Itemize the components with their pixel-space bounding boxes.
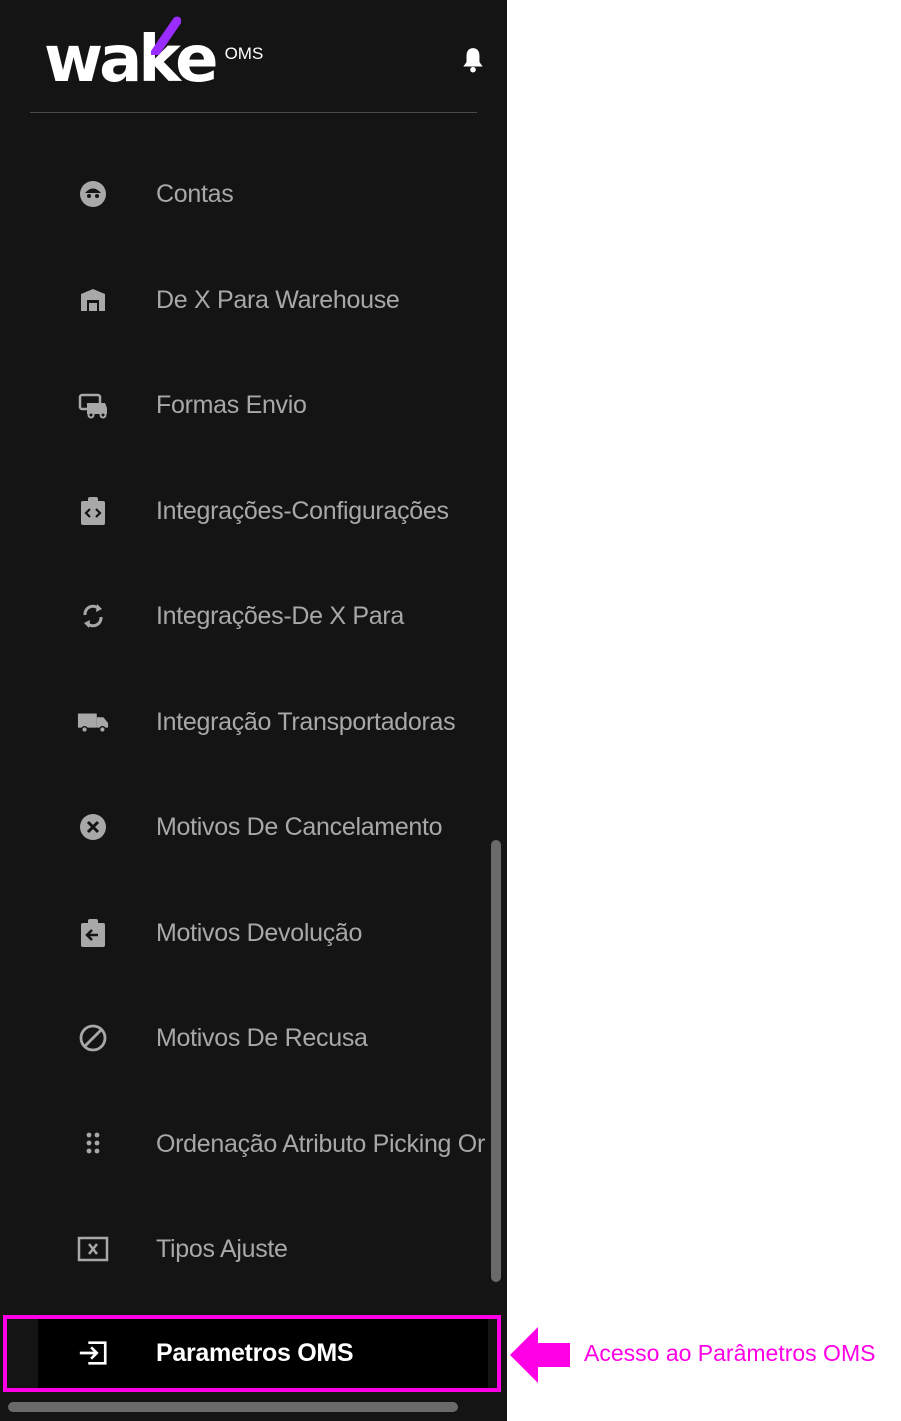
clipboard-code-icon [77, 495, 109, 527]
sidebar-item-motivos-de-recusa[interactable]: Motivos De Recusa [0, 998, 507, 1078]
annotation-label: Acesso ao Parâmetros OMS [584, 1340, 876, 1366]
annotation-highlight-box [3, 1315, 501, 1392]
sidebar-item-label: De X Para Warehouse [156, 285, 400, 314]
sidebar-item-label: Integrações-Configurações [156, 496, 449, 525]
sidebar-item-label: Motivos De Recusa [156, 1023, 368, 1052]
sidebar-item-label: Ordenação Atributo Picking Or [156, 1129, 485, 1158]
sidebar-item-label: Motivos De Cancelamento [156, 812, 443, 841]
sidebar-item-ordenacao-atributo-picking[interactable]: Ordenação Atributo Picking Or [0, 1104, 507, 1184]
sidebar-item-label: Tipos Ajuste [156, 1234, 288, 1263]
logo-product-label: OMS [224, 44, 264, 63]
sidebar-item-integracoes-de-x-para[interactable]: Integrações-De X Para [0, 576, 507, 656]
sidebar-item-tipos-ajuste[interactable]: Tipos Ajuste [0, 1209, 507, 1289]
sidebar-item-label: Integração Transportadoras [156, 707, 456, 736]
sidebar-item-de-x-para-warehouse[interactable]: De X Para Warehouse [0, 260, 507, 340]
block-icon [77, 1022, 109, 1054]
sidebar-item-motivos-de-cancelamento[interactable]: Motivos De Cancelamento [0, 787, 507, 867]
box-x-icon [77, 1233, 109, 1265]
sidebar-item-label: Contas [156, 179, 234, 208]
drag-dots-icon [77, 1128, 109, 1160]
sidebar-item-integracoes-configuracoes[interactable]: Integrações-Configurações [0, 471, 507, 551]
truck-icon [77, 706, 109, 738]
logo-accent-icon [151, 16, 181, 55]
clipboard-return-icon [77, 917, 109, 949]
sidebar-item-integracao-transportadoras[interactable]: Integração Transportadoras [0, 682, 507, 762]
sidebar-item-motivos-devolucao[interactable]: Motivos Devolução [0, 893, 507, 973]
car-shipping-icon [77, 389, 109, 421]
page: wake OMS Contas De X Para Warehouse Form… [0, 0, 901, 1421]
sidebar-item-label: Integrações-De X Para [156, 601, 404, 630]
cancel-circle-icon [77, 811, 109, 843]
sidebar-item-formas-envio[interactable]: Formas Envio [0, 365, 507, 445]
annotation-arrow-icon [510, 1327, 570, 1383]
logo-wordmark: wake [44, 23, 219, 97]
horizontal-scrollbar[interactable] [8, 1402, 458, 1412]
header-divider [30, 112, 477, 113]
warehouse-icon [77, 284, 109, 316]
bell-icon[interactable] [460, 46, 486, 74]
vertical-scrollbar[interactable] [491, 840, 501, 1282]
sidebar-item-label: Formas Envio [156, 390, 307, 419]
account-circle-icon [77, 178, 109, 210]
sync-icon [77, 600, 109, 632]
sidebar: wake OMS Contas De X Para Warehouse Form… [0, 0, 507, 1421]
sidebar-item-contas[interactable]: Contas [0, 154, 507, 234]
sidebar-item-label: Motivos Devolução [156, 918, 363, 947]
